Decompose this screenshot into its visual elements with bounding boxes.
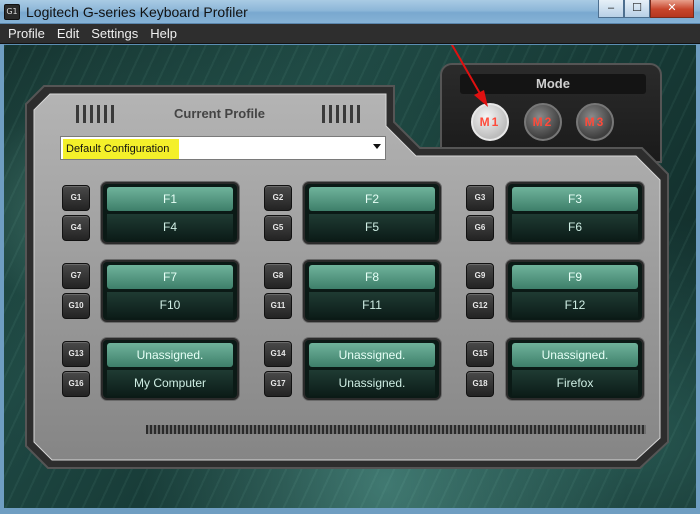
macro-slot-8[interactable]: Unassigned. Unassigned.	[303, 338, 441, 400]
grip-right	[322, 105, 360, 123]
slot-bottom-label: F11	[309, 292, 435, 318]
macro-slot-2[interactable]: F2 F5	[303, 182, 441, 244]
title-bar: G1 Logitech G-series Keyboard Profiler –…	[0, 0, 700, 24]
profile-dropdown[interactable]: Default Configuration	[60, 136, 386, 160]
gkey-g16[interactable]: G16	[62, 371, 90, 397]
window-title: Logitech G-series Keyboard Profiler	[26, 4, 248, 20]
macro-slot-9[interactable]: Unassigned. Firefox	[506, 338, 644, 400]
slot-top-label: Unassigned.	[107, 343, 233, 367]
gkey-g6[interactable]: G6	[466, 215, 494, 241]
menu-help[interactable]: Help	[144, 26, 183, 41]
gkey-g4[interactable]: G4	[62, 215, 90, 241]
close-button[interactable]: ✕	[650, 0, 694, 18]
macro-slot-6[interactable]: F9 F12	[506, 260, 644, 322]
menu-profile[interactable]: Profile	[2, 26, 51, 41]
gkey-g3[interactable]: G3	[466, 185, 494, 211]
chevron-down-icon[interactable]	[373, 144, 381, 149]
window-controls: – ☐ ✕	[598, 0, 694, 18]
grip-left	[76, 105, 114, 123]
bottom-grille	[146, 425, 646, 434]
slot-bottom-label: Firefox	[512, 370, 638, 396]
slot-bottom-label: F10	[107, 292, 233, 318]
profiler-canvas: Mode M1 M2 M3 Current Profile Default Co…	[4, 45, 696, 508]
macro-slot-1[interactable]: F1 F4	[101, 182, 239, 244]
app-icon: G1	[4, 4, 20, 20]
slot-top-label: Unassigned.	[309, 343, 435, 367]
window-border-right	[696, 44, 700, 514]
gkey-g17[interactable]: G17	[264, 371, 292, 397]
gkey-g15[interactable]: G15	[466, 341, 494, 367]
profile-dropdown-value: Default Configuration	[63, 139, 180, 159]
minimize-button[interactable]: –	[598, 0, 624, 18]
menu-bar: Profile Edit Settings Help	[0, 24, 700, 44]
macro-slot-4[interactable]: F7 F10	[101, 260, 239, 322]
gkey-g11[interactable]: G11	[264, 293, 292, 319]
menu-settings[interactable]: Settings	[85, 26, 144, 41]
current-profile-label: Current Profile	[174, 106, 266, 121]
slot-bottom-label: F4	[107, 214, 233, 240]
slot-bottom-label: My Computer	[107, 370, 233, 396]
slot-bottom-label: F5	[309, 214, 435, 240]
macro-slot-3[interactable]: F3 F6	[506, 182, 644, 244]
gkey-g9[interactable]: G9	[466, 263, 494, 289]
slot-top-label: F1	[107, 187, 233, 211]
gkey-g10[interactable]: G10	[62, 293, 90, 319]
window-border-bottom	[0, 508, 700, 514]
gkey-g8[interactable]: G8	[264, 263, 292, 289]
gkey-g18[interactable]: G18	[466, 371, 494, 397]
maximize-button[interactable]: ☐	[624, 0, 650, 18]
slot-top-label: F7	[107, 265, 233, 289]
slot-top-label: F3	[512, 187, 638, 211]
menu-edit[interactable]: Edit	[51, 26, 85, 41]
slot-top-label: F8	[309, 265, 435, 289]
slot-bottom-label: F12	[512, 292, 638, 318]
gkey-g2[interactable]: G2	[264, 185, 292, 211]
gkey-g12[interactable]: G12	[466, 293, 494, 319]
slot-bottom-label: Unassigned.	[309, 370, 435, 396]
macro-slot-7[interactable]: Unassigned. My Computer	[101, 338, 239, 400]
gkey-g13[interactable]: G13	[62, 341, 90, 367]
gkey-g7[interactable]: G7	[62, 263, 90, 289]
slot-bottom-label: F6	[512, 214, 638, 240]
gkey-g1[interactable]: G1	[62, 185, 90, 211]
macro-slot-5[interactable]: F8 F11	[303, 260, 441, 322]
slot-top-label: F2	[309, 187, 435, 211]
gkey-g14[interactable]: G14	[264, 341, 292, 367]
slot-top-label: Unassigned.	[512, 343, 638, 367]
slot-top-label: F9	[512, 265, 638, 289]
gkey-g5[interactable]: G5	[264, 215, 292, 241]
